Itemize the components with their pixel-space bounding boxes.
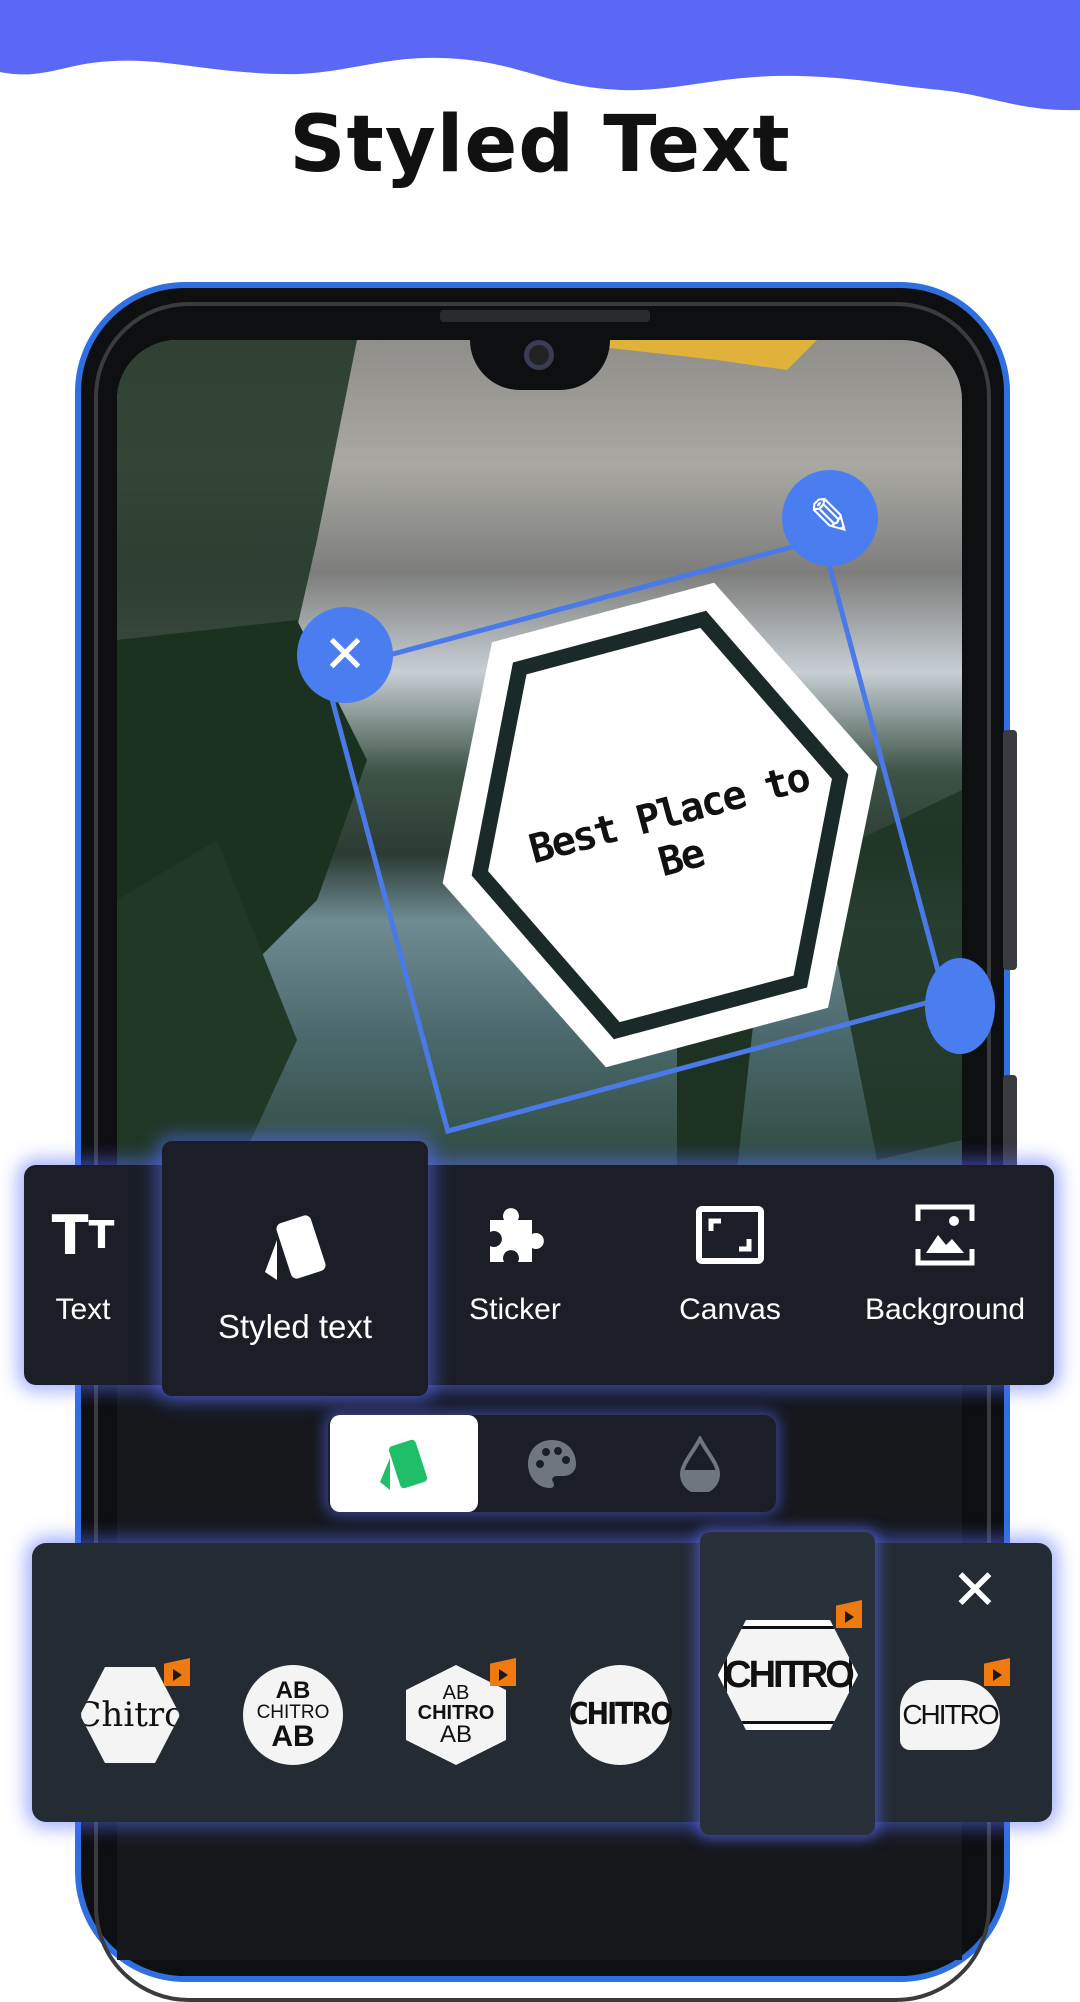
opacity-drop-icon bbox=[679, 1435, 721, 1492]
tool-canvas[interactable]: Canvas bbox=[660, 1195, 800, 1327]
tool-text[interactable]: TT Text bbox=[40, 1195, 126, 1327]
resize-icon[interactable] bbox=[925, 958, 995, 1054]
style-text: CHITRO bbox=[568, 1697, 674, 1732]
style-text: AB bbox=[439, 1721, 472, 1748]
style-item[interactable]: AB CHITRO AB bbox=[386, 1640, 526, 1790]
tool-styled-text[interactable]: Styled text bbox=[162, 1210, 428, 1346]
style-text: AB bbox=[442, 1682, 470, 1704]
tool-label: Background bbox=[864, 1293, 1026, 1326]
puzzle-icon bbox=[480, 1195, 550, 1275]
canvas-icon bbox=[695, 1195, 765, 1275]
style-text: CHITRO bbox=[902, 1699, 999, 1730]
tool-label: Sticker bbox=[469, 1293, 561, 1326]
close-icon[interactable]: ✕ bbox=[297, 607, 393, 703]
premium-video-icon bbox=[164, 1658, 190, 1686]
style-item[interactable]: CHITRO bbox=[550, 1640, 690, 1790]
close-icon[interactable]: ✕ bbox=[945, 1558, 1005, 1621]
style-item[interactable]: AB CHITRO AB bbox=[223, 1640, 363, 1790]
front-camera bbox=[524, 340, 554, 370]
premium-video-icon bbox=[984, 1658, 1010, 1686]
style-item[interactable]: Chitro bbox=[60, 1640, 200, 1790]
style-text: CHITRO bbox=[724, 1654, 855, 1696]
tool-background[interactable]: Background bbox=[855, 1195, 1035, 1327]
style-item[interactable]: CHITRO bbox=[880, 1640, 1020, 1790]
style-preview: CHITRO bbox=[900, 1680, 1000, 1750]
style-text: AB bbox=[275, 1676, 311, 1704]
palette-icon bbox=[528, 1439, 576, 1488]
power-button bbox=[1003, 1075, 1017, 1175]
style-preview: CHITRO bbox=[718, 1620, 858, 1730]
phone-speaker bbox=[440, 310, 650, 322]
cards-icon bbox=[255, 1210, 335, 1290]
style-text: Chitro bbox=[75, 1695, 185, 1735]
text-size-icon: TT bbox=[51, 1203, 115, 1267]
style-text: CHITRO bbox=[417, 1702, 495, 1724]
style-preview: CHITRO bbox=[568, 1665, 674, 1765]
pencil-icon[interactable]: ✎ bbox=[782, 470, 878, 566]
subtab-color[interactable] bbox=[478, 1415, 626, 1512]
tool-label: Canvas bbox=[679, 1293, 781, 1326]
premium-video-icon bbox=[836, 1600, 862, 1628]
page-title: Styled Text bbox=[289, 100, 791, 190]
style-text: AB bbox=[271, 1719, 315, 1753]
premium-video-icon bbox=[490, 1658, 516, 1686]
tool-label: Styled text bbox=[217, 1308, 373, 1345]
style-item-selected[interactable]: CHITRO bbox=[718, 1600, 862, 1750]
tool-sticker[interactable]: Sticker bbox=[445, 1195, 585, 1327]
style-subtabs bbox=[328, 1415, 776, 1512]
cards-icon bbox=[380, 1439, 428, 1490]
tool-label: Text bbox=[55, 1293, 111, 1326]
subtab-styles[interactable] bbox=[330, 1415, 478, 1512]
volume-button bbox=[1003, 730, 1017, 970]
style-preview: AB CHITRO AB bbox=[243, 1665, 343, 1765]
background-image-icon bbox=[914, 1195, 976, 1275]
subtab-opacity[interactable] bbox=[626, 1415, 774, 1512]
style-text: CHITRO bbox=[256, 1701, 330, 1723]
